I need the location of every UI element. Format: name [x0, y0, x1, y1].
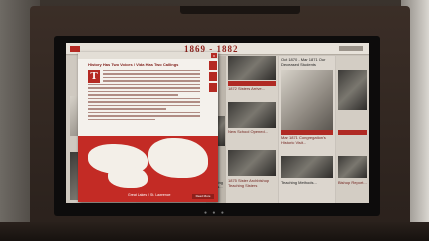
tile-caption[interactable]: 1872 Sisters Arrive...: [228, 86, 276, 92]
kiosk-indicator-dots: ● ● ●: [204, 210, 226, 216]
panel-title: History Has Two Voices / Vida Has Two Ca…: [88, 62, 179, 67]
text-line: [88, 90, 200, 93]
tile-tag: [338, 130, 367, 135]
share-button[interactable]: [209, 61, 217, 70]
read-more-button[interactable]: Read More: [192, 194, 214, 199]
tile-photo[interactable]: [228, 102, 276, 128]
panel-toolbar: x: [78, 52, 218, 59]
text-line: [88, 87, 200, 89]
tile-caption[interactable]: Mar 1871 Congregation's Historic Visit..…: [281, 135, 333, 145]
text-line: [103, 73, 200, 75]
text-line: [88, 101, 200, 103]
tile-caption[interactable]: New School Opened...: [228, 129, 276, 135]
close-button[interactable]: x: [211, 53, 217, 58]
panel-body: [88, 70, 200, 122]
drop-cap: T: [88, 70, 100, 83]
panel-side-actions: [209, 61, 217, 94]
menu-button[interactable]: [339, 46, 363, 51]
tile-photo-nun[interactable]: [281, 70, 333, 130]
text-line: [103, 70, 200, 72]
tile-photo[interactable]: [228, 56, 276, 80]
kiosk-scene: 1869 - 1882 1872 Sisters Arrive... New S…: [0, 0, 429, 241]
text-line: [88, 111, 200, 114]
story-panel: x History Has Two Voices / Vida Has Two …: [78, 52, 218, 202]
tile-caption[interactable]: Teaching Methods...: [281, 180, 333, 186]
text-line: [103, 76, 200, 79]
tile-photo[interactable]: [281, 156, 333, 178]
map-image[interactable]: Great Lakes / St. Lawrence Read More: [78, 136, 218, 202]
text-line: [88, 97, 200, 100]
tile-caption[interactable]: Oct 1870 - Mar 1871 Our Deceased Student…: [281, 57, 333, 67]
info-button[interactable]: [209, 83, 217, 92]
kiosk-top-slot: [180, 6, 300, 14]
map-landmass: [108, 166, 148, 188]
floor: [0, 222, 429, 241]
text-line: [88, 83, 200, 86]
text-line: [103, 80, 200, 82]
text-line: [88, 108, 167, 110]
zoom-button[interactable]: [209, 72, 217, 81]
tile-photo[interactable]: [228, 150, 276, 176]
tile-caption[interactable]: Bishop Report...: [338, 180, 367, 186]
map-landmass: [148, 138, 208, 178]
tile-column: Bishop Report...: [336, 56, 369, 203]
tile-column: Oct 1870 - Mar 1871 Our Deceased Student…: [279, 56, 335, 203]
tile-caption[interactable]: 1875 Sister Archbishop Teaching Sisters: [228, 178, 276, 188]
tile-photo[interactable]: [338, 70, 367, 110]
map-label: Great Lakes / St. Lawrence: [128, 193, 171, 197]
tile-column: 1872 Sisters Arrive... New School Opened…: [226, 56, 278, 203]
text-line: [88, 104, 200, 107]
touch-screen: 1869 - 1882 1872 Sisters Arrive... New S…: [66, 43, 369, 203]
text-line: [88, 118, 156, 121]
text-line: [88, 94, 178, 96]
text-line: [88, 115, 200, 117]
tile-photo[interactable]: [338, 156, 367, 178]
